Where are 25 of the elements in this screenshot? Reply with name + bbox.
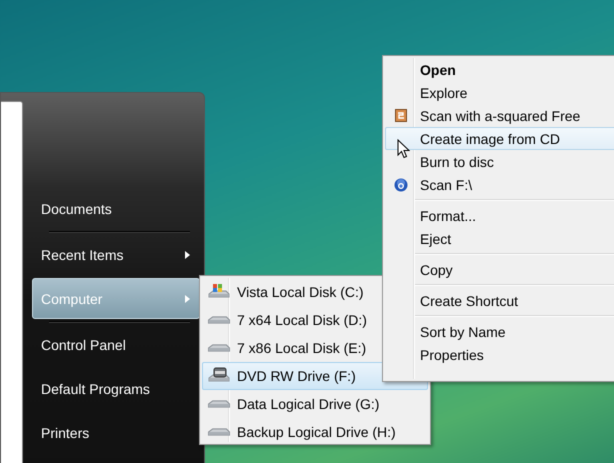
start-menu-item[interactable]: Documents bbox=[32, 187, 200, 231]
start-menu-item[interactable]: Control Panel bbox=[32, 323, 200, 367]
scanner-app-icon bbox=[395, 109, 407, 122]
hard-drive-icon bbox=[208, 344, 230, 352]
context-menu-item[interactable]: Explore bbox=[385, 81, 614, 104]
context-menu-item[interactable]: Open bbox=[385, 58, 614, 81]
context-menu-item[interactable]: Sort by Name bbox=[385, 320, 614, 343]
context-menu-item[interactable]: Create image from CD bbox=[385, 127, 614, 150]
start-menu-item[interactable]: Recent Items bbox=[32, 233, 200, 277]
antivirus-orb-icon bbox=[394, 178, 408, 192]
drive-menu-item[interactable]: Data Logical Drive (G:) bbox=[202, 390, 428, 418]
context-menu-item[interactable]: Copy bbox=[385, 258, 614, 281]
context-menu-item[interactable]: Create Shortcut bbox=[385, 289, 614, 312]
drive-menu-item[interactable]: Backup Logical Drive (H:) bbox=[202, 418, 428, 446]
hard-drive-icon bbox=[208, 400, 230, 408]
mouse-pointer-icon bbox=[397, 139, 410, 159]
start-menu-item[interactable]: Printers bbox=[32, 411, 200, 455]
context-menu-item[interactable]: Eject bbox=[385, 227, 614, 250]
context-menu-item[interactable]: Burn to disc bbox=[385, 150, 614, 173]
start-menu-item[interactable]: Default Programs bbox=[32, 367, 200, 411]
context-menu-item[interactable]: Scan F:\ bbox=[385, 173, 614, 196]
hard-drive-icon bbox=[208, 316, 230, 324]
hard-drive-icon bbox=[208, 428, 230, 436]
context-menu-item[interactable]: Format... bbox=[385, 204, 614, 227]
context-menu-item[interactable]: Scan with a-squared Free bbox=[385, 104, 614, 127]
